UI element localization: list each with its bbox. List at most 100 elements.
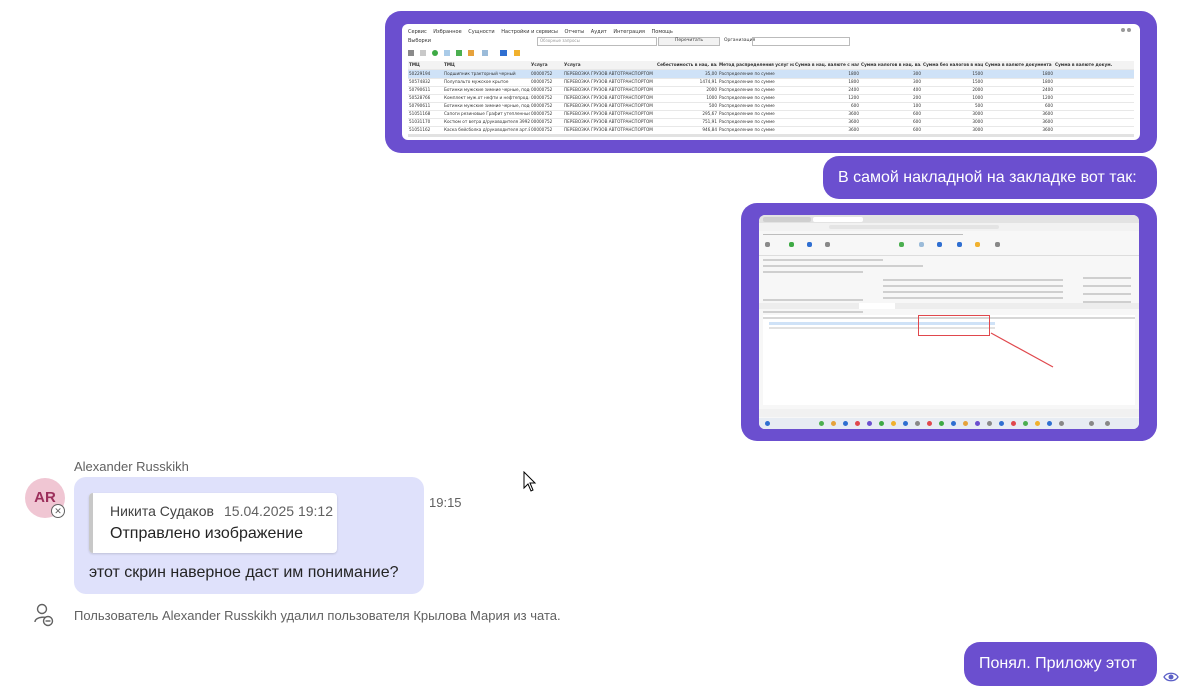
table-cell: 00000752 [531, 119, 553, 124]
menu-item: Интеграция [613, 29, 645, 35]
table-cell: 1500 [972, 79, 983, 84]
table-cell: 00000752 [531, 127, 553, 132]
table-cell: 1800 [848, 79, 859, 84]
app-menu-bar: Сервис Избранное Сущности Настройки и се… [408, 29, 678, 35]
avatar-initials: AR [34, 489, 56, 506]
mouse-cursor-icon [523, 471, 537, 492]
table-cell: Сапоги резиновые Графит утепленные с ... [444, 111, 530, 116]
app-toolbar [759, 239, 1139, 256]
reread-button: Перечитать [658, 37, 720, 46]
table-cell: 50574832 [409, 79, 431, 84]
attached-screenshot-1[interactable]: Сервис Избранное Сущности Настройки и се… [402, 24, 1140, 140]
table-cell: ПЕРЕВОЗКА ГРУЗОВ АВТОТРАНСПОРТОМ [564, 103, 653, 108]
table-cell: 50528766 [409, 95, 431, 100]
outgoing-image-message-2[interactable] [741, 203, 1157, 441]
table-cell: Распределение по сумме [719, 79, 775, 84]
filter-placeholder: Обзорные запросы [540, 38, 580, 43]
table-cell: 3600 [1042, 127, 1053, 132]
table-cell: Костюм от ветра д/руководителя 3992 [444, 119, 530, 124]
table-cell: 500 [709, 103, 717, 108]
toolbar [408, 49, 538, 57]
message-time: 19:15 [429, 495, 462, 510]
table-cell: 300 [913, 71, 921, 76]
table-cell: Распределение по сумме [719, 87, 775, 92]
table-cell: 1800 [848, 71, 859, 76]
column-header: ТМЦ [409, 62, 420, 67]
table-cell: 600 [1045, 103, 1053, 108]
table-cell: Распределение по сумме [719, 95, 775, 100]
quote-time: 15.04.2025 19:12 [224, 503, 333, 519]
column-header: Услуга [564, 62, 581, 67]
table-cell: 1800 [1042, 79, 1053, 84]
column-header: Услуга [531, 62, 548, 67]
table-cell: 1200 [1042, 95, 1053, 100]
table-cell: 751,91 [702, 119, 717, 124]
status-bar [759, 409, 1139, 417]
menu-item: Помощь [651, 29, 673, 35]
menu-item: Сущности [468, 29, 495, 35]
incoming-message[interactable]: Никита Судаков 15.04.2025 19:12 Отправле… [74, 477, 424, 594]
table-cell: 3600 [1042, 111, 1053, 116]
table-cell: Распределение по сумме [719, 111, 775, 116]
column-header: Сумма налогов в нац. вал. [861, 62, 921, 67]
table-cell: Распределение по сумме [719, 103, 775, 108]
user-removed-icon [34, 603, 54, 627]
table-cell: 3000 [972, 127, 983, 132]
table-cell: 1800 [1042, 71, 1053, 76]
table-cell: Распределение по сумме [719, 119, 775, 124]
quoted-message[interactable]: Никита Судаков 15.04.2025 19:12 Отправле… [89, 493, 337, 553]
quote-bar [89, 493, 93, 553]
table-cell: 3600 [848, 119, 859, 124]
table-cell: 2400 [848, 87, 859, 92]
table-cell: 3600 [1042, 119, 1053, 124]
table-cell: 600 [913, 119, 921, 124]
table-cell: 2000 [706, 87, 717, 92]
column-header: Сумма в валюте докум. [1055, 62, 1113, 67]
message-text: В самой накладной на закладке вот так: [838, 169, 1137, 186]
org-field [752, 37, 850, 46]
table-cell: ПЕРЕВОЗКА ГРУЗОВ АВТОТРАНСПОРТОМ [564, 111, 653, 116]
menu-item: Аудит [590, 29, 607, 35]
table-cell: 200 [913, 95, 921, 100]
table-cell: 1500 [972, 71, 983, 76]
table-cell: 1000 [706, 95, 717, 100]
table-cell: 00000752 [531, 71, 553, 76]
attached-screenshot-2[interactable] [759, 215, 1139, 429]
table-cell: 51051162 [409, 127, 431, 132]
table-cell: 1200 [848, 95, 859, 100]
table-cell: 51031170 [409, 119, 431, 124]
window-controls [1121, 28, 1135, 33]
table-cell: 600 [851, 103, 859, 108]
filter-dropdown: Обзорные запросы [537, 37, 657, 46]
outgoing-text-message-1[interactable]: В самой накладной на закладке вот так: [823, 156, 1157, 199]
table-cell: 35,00 [705, 71, 717, 76]
document-grid [763, 315, 1135, 405]
table-cell: Ботинки мужские зимние черные, подошва .… [444, 103, 530, 108]
table-cell: Подшипник тракторный черный [444, 71, 516, 76]
table-cell: ПЕРЕВОЗКА ГРУЗОВ АВТОТРАНСПОРТОМ [564, 87, 653, 92]
pointer-arrow [990, 332, 1054, 368]
table-cell: 500 [975, 103, 983, 108]
scrollbar [408, 134, 1134, 137]
table-cell: 50790611 [409, 103, 431, 108]
column-header: Сумма без налогов в нац. вал. [923, 62, 983, 67]
column-header: Сумма в нац. валюте с налог. [795, 62, 859, 67]
menu-item: Отчеты [564, 29, 585, 35]
outgoing-image-message-1[interactable]: Сервис Избранное Сущности Настройки и се… [385, 11, 1157, 153]
outgoing-text-message-2[interactable]: Понял. Приложу этот [964, 642, 1157, 686]
system-message: Пользователь Alexander Russkikh удалил п… [74, 608, 561, 623]
org-label: Организация [724, 38, 756, 43]
table-cell: 1474,91 [699, 79, 717, 84]
browser-address-bar [759, 223, 1139, 231]
status-offline-icon: ✕ [51, 504, 65, 518]
table-cell: Каска бейсболка д/руководителя арт.8154 [444, 127, 530, 132]
table-cell: 400 [913, 87, 921, 92]
table-cell: 00000752 [531, 111, 553, 116]
table-cell: 300 [913, 79, 921, 84]
browser-tabs [759, 215, 1139, 223]
app-menu [759, 232, 1139, 238]
message-text: Понял. Приложу этот [979, 655, 1137, 672]
sender-name: Alexander Russkikh [74, 459, 189, 474]
column-header: Метод распределения услуг на ТМЦ [719, 62, 794, 67]
menu-item: Сервис [408, 29, 427, 35]
